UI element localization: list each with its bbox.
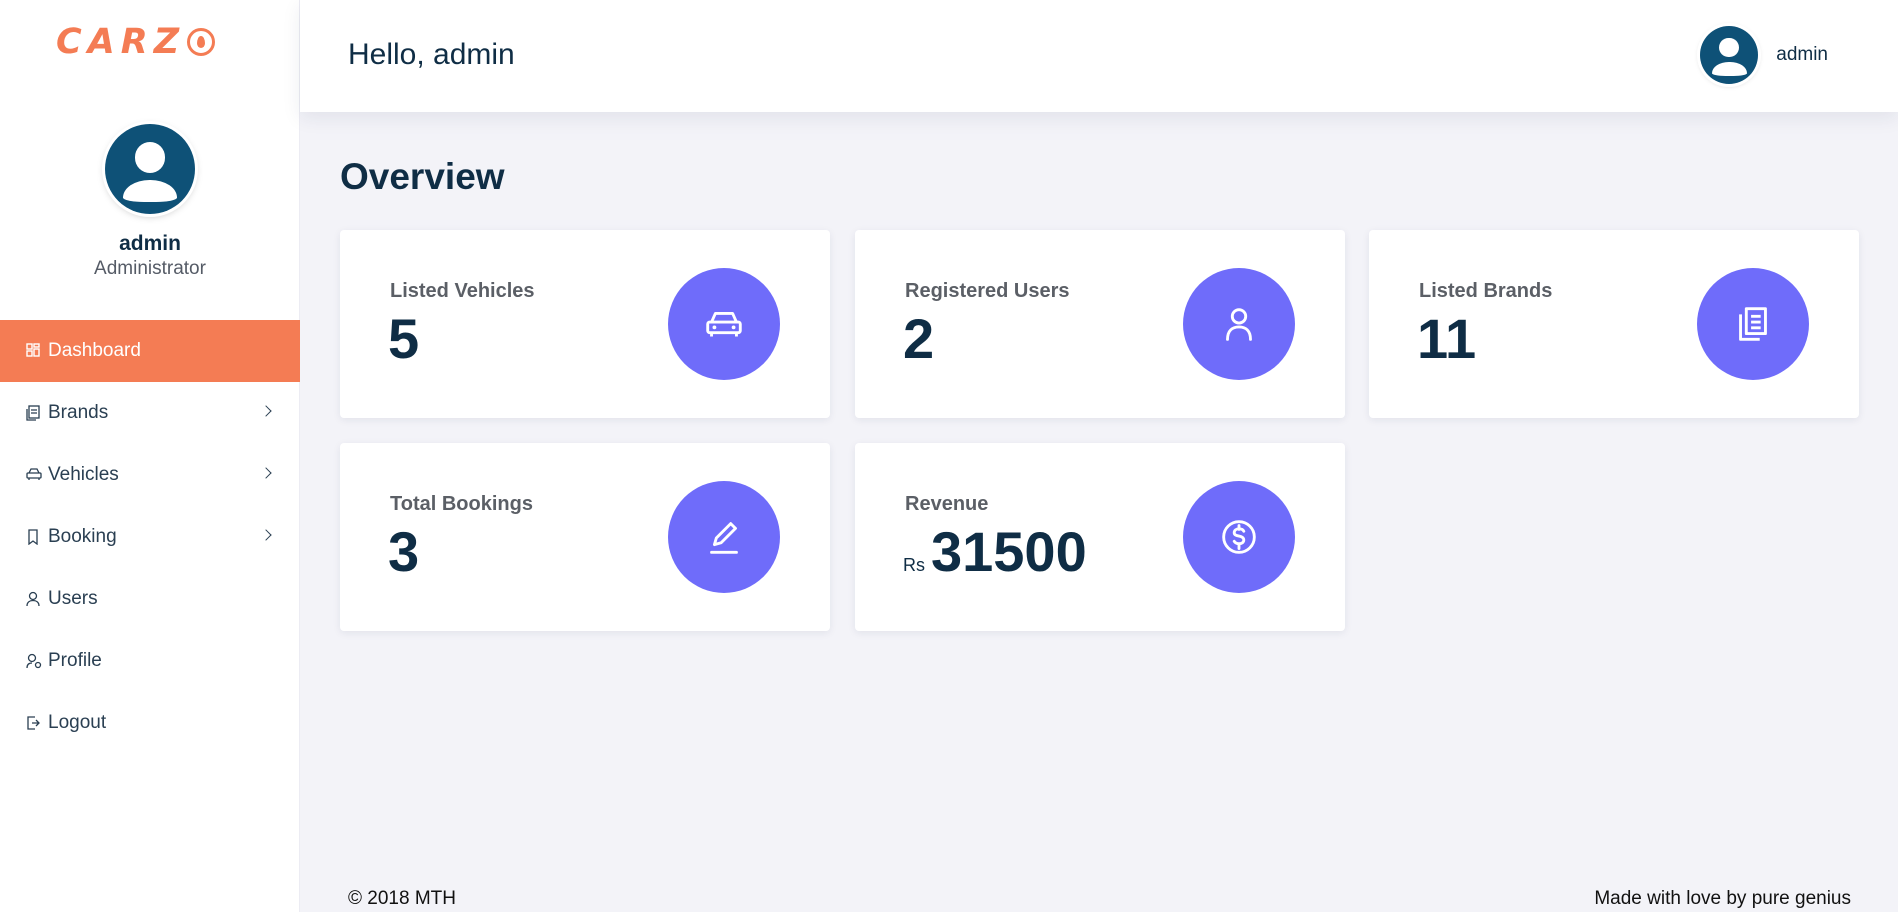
stat-card-label: Listed Brands: [1419, 280, 1553, 302]
avatar[interactable]: [1700, 26, 1759, 84]
stat-card-total-bookings: Total Bookings 3: [340, 443, 830, 631]
footer-copyright: © 2018 MTH: [348, 888, 456, 909]
sidebar-user-role: Administrator: [94, 258, 206, 279]
sidebar-item-label: Vehicles: [48, 464, 119, 485]
chevron-right-icon: [260, 467, 272, 479]
sidebar-item-users[interactable]: Users: [0, 568, 300, 630]
user-icon: [1183, 268, 1295, 380]
stat-card-value: 5: [388, 306, 419, 371]
stat-card-number: 3: [388, 520, 420, 583]
sidebar-item-profile[interactable]: Profile: [0, 630, 300, 692]
stat-card-listed-brands: Listed Brands 11: [1369, 230, 1859, 418]
stat-card-value: 11: [1417, 306, 1476, 371]
sidebar-item-brands[interactable]: Brands: [0, 382, 300, 444]
flame-icon: [187, 28, 216, 56]
brands-icon: [26, 405, 40, 421]
user-settings-icon: [26, 653, 42, 669]
footer-credit: Made with love by pure genius: [1594, 888, 1851, 909]
sidebar-user-name: admin: [119, 232, 181, 255]
edit-icon: [668, 481, 780, 593]
dashboard-icon: [26, 343, 40, 359]
dollar-icon: [1183, 481, 1295, 593]
stat-card-value: 2: [903, 306, 934, 371]
stat-card-label: Listed Vehicles: [390, 280, 535, 302]
stat-card-number: 2: [903, 307, 935, 370]
sidebar-item-label: Booking: [48, 526, 117, 547]
sidebar-item-label: Users: [48, 588, 98, 609]
sidebar-item-vehicles[interactable]: Vehicles: [0, 444, 300, 506]
page-title: Overview: [340, 156, 505, 197]
stat-card-number: 31500: [931, 520, 1087, 583]
sidebar-item-dashboard[interactable]: Dashboard: [0, 320, 300, 382]
sidebar-item-booking[interactable]: Booking: [0, 506, 300, 568]
header-user-name[interactable]: admin: [1776, 44, 1828, 66]
logout-icon: [26, 715, 40, 731]
user-icon: [26, 591, 40, 607]
stat-card-value: 3: [388, 519, 419, 584]
sidebar: CARZ admin Administrator Dashboard Brand…: [0, 0, 300, 912]
greeting-text: Hello, admin: [348, 38, 515, 71]
sidebar-item-label: Dashboard: [48, 340, 141, 361]
stat-card-number: 11: [1417, 307, 1477, 370]
logo-text: CARZ: [56, 22, 186, 62]
chevron-right-icon: [260, 529, 272, 541]
stat-card-revenue: Revenue Rs 31500: [855, 443, 1345, 631]
bookmark-icon: [26, 529, 40, 546]
stat-card-label: Revenue: [905, 493, 989, 515]
top-bar: Hello, admin admin: [300, 0, 1898, 112]
car-icon: [668, 268, 780, 380]
car-icon: [26, 467, 42, 483]
stat-card-registered-users: Registered Users 2: [855, 230, 1345, 418]
sidebar-item-label: Brands: [48, 402, 109, 423]
stat-card-listed-vehicles: Listed Vehicles 5: [340, 230, 830, 418]
documents-icon: [1697, 268, 1809, 380]
user-menu[interactable]: admin: [1700, 26, 1828, 84]
sidebar-item-label: Profile: [48, 650, 102, 671]
stat-card-label: Registered Users: [905, 280, 1070, 302]
stat-card-number: 5: [388, 307, 420, 370]
sidebar-item-label: Logout: [48, 712, 107, 733]
sidebar-avatar: [105, 124, 195, 214]
currency-prefix: Rs: [903, 555, 925, 575]
chevron-right-icon: [260, 405, 272, 417]
stat-card-value: Rs 31500: [903, 519, 1087, 584]
sidebar-item-logout[interactable]: Logout: [0, 692, 300, 754]
carzo-logo[interactable]: CARZ: [56, 22, 256, 62]
stat-card-label: Total Bookings: [390, 493, 533, 515]
sidebar-nav: Dashboard Brands Vehicles Booking Users …: [0, 320, 300, 754]
